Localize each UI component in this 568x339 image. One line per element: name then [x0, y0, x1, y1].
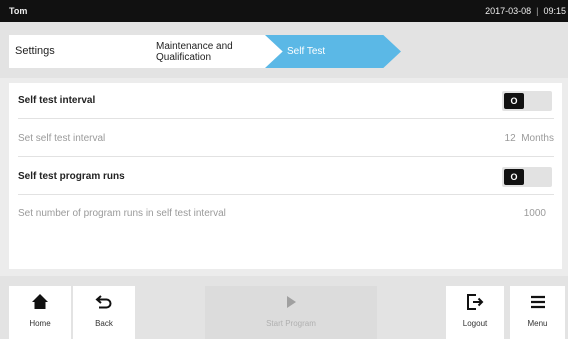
user-name: Tom — [9, 6, 28, 16]
interval-number: 12 — [504, 133, 516, 144]
set-self-test-interval-label: Set self test interval — [18, 133, 106, 144]
set-program-runs-row[interactable]: Set number of program runs in self test … — [18, 195, 554, 231]
program-runs-value: 1000 — [523, 207, 546, 219]
back-label: Back — [95, 319, 113, 328]
logout-label: Logout — [462, 319, 488, 328]
self-test-interval-toggle[interactable]: O — [502, 91, 552, 111]
bottom-toolbar: Home Back Start Program Logout Menu — [0, 276, 568, 339]
hamburger-menu-icon — [510, 293, 565, 311]
set-self-test-interval-row[interactable]: Set self test interval 12 Months — [18, 121, 554, 157]
toggle-knob: O — [504, 93, 524, 109]
home-icon — [9, 293, 71, 311]
back-button[interactable]: Back — [73, 286, 135, 339]
settings-panel: Self test interval O Set self test inter… — [9, 83, 562, 269]
logout-icon — [446, 293, 504, 311]
start-program-label: Start Program — [266, 319, 316, 328]
home-label: Home — [29, 319, 51, 328]
date-text: 2017-03-08 — [485, 6, 532, 16]
self-test-program-runs-toggle[interactable]: O — [502, 167, 552, 187]
set-program-runs-label: Set number of program runs in self test … — [18, 207, 226, 219]
breadcrumb-settings-label: Settings — [15, 45, 55, 57]
menu-button[interactable]: Menu — [510, 286, 565, 339]
logout-button[interactable]: Logout — [446, 286, 504, 339]
breadcrumb-self-test: Self Test — [265, 35, 401, 68]
home-button[interactable]: Home — [9, 286, 71, 339]
menu-label: Menu — [527, 319, 548, 328]
self-test-program-runs-label: Self test program runs — [18, 171, 125, 182]
time-text: 09:15 — [543, 6, 566, 16]
self-test-interval-label: Self test interval — [18, 95, 96, 106]
self-test-interval-row: Self test interval O — [18, 83, 554, 119]
toggle-knob: O — [504, 169, 524, 185]
start-program-button[interactable]: Start Program — [205, 286, 377, 339]
back-arrow-icon — [73, 293, 135, 311]
interval-unit: Months — [521, 133, 554, 144]
self-test-program-runs-row: Self test program runs O — [18, 159, 554, 195]
play-icon — [205, 293, 377, 311]
date-time-separator: | — [536, 6, 539, 16]
breadcrumb-maintenance-label: Maintenance and Qualification — [156, 40, 233, 63]
breadcrumb-self-test-label: Self Test — [287, 46, 326, 57]
breadcrumb: Settings Maintenance and Qualification S… — [0, 22, 568, 78]
date-time: 2017-03-08 | 09:15 — [485, 6, 566, 16]
status-bar: Tom 2017-03-08 | 09:15 — [0, 0, 568, 22]
self-test-interval-value: 12 Months — [505, 133, 554, 144]
